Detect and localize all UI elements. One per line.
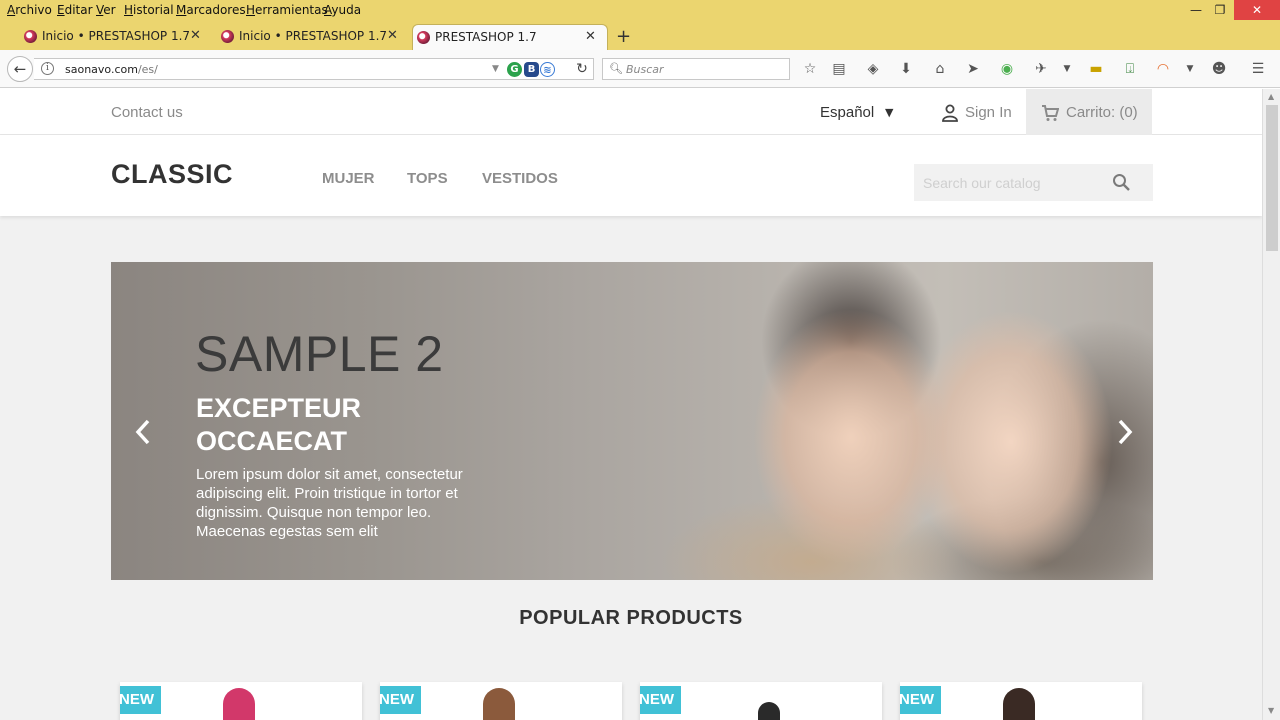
url-dropdown-icon[interactable]: ▼ [492, 64, 499, 74]
pocket-icon[interactable]: ◈ [862, 59, 884, 79]
extension-green-icon[interactable]: G [507, 62, 522, 77]
tab-title: Inicio • PRESTASHOP 1.7 [42, 29, 191, 43]
tab-bar: Inicio • PRESTASHOP 1.7 ✕ Inicio • PREST… [0, 20, 1280, 50]
magnifier-icon: 🔍︎ [609, 62, 623, 75]
sign-in-link[interactable]: Sign In [965, 104, 1012, 121]
extension-puzzle-icon[interactable]: ✈ [1030, 59, 1052, 79]
extension-wave-icon[interactable]: ≋ [540, 62, 555, 77]
menu-bar: Archivo Editar Ver Historial Marcadores … [0, 0, 1280, 20]
scrollbar-thumb[interactable] [1266, 105, 1278, 251]
slide-subtitle: EXCEPTEUR OCCAECAT [196, 393, 362, 456]
extension-dropdown-icon[interactable]: ▼ [1056, 59, 1078, 79]
tab-close-icon[interactable]: ✕ [190, 24, 201, 48]
contact-us-link[interactable]: Contact us [111, 104, 183, 121]
shop-topbar: Contact us Español ▼ Sign In Carrito: (0… [0, 89, 1262, 135]
menu-ayuda[interactable]: Ayuda [324, 3, 361, 17]
restore-button[interactable]: ❐ [1210, 0, 1230, 20]
caret-down-icon[interactable]: ▼ [885, 106, 893, 119]
close-window-button[interactable]: ✕ [1234, 0, 1280, 20]
extension-b-icon[interactable]: B [524, 62, 539, 77]
extension-card-icon[interactable]: ▬ [1085, 59, 1107, 79]
browser-search-input[interactable]: 🔍︎ Buscar [602, 58, 790, 80]
extension-download-icon[interactable]: ⍗ [1119, 59, 1141, 79]
product-thumbnail [483, 688, 515, 720]
tab-title: Inicio • PRESTASHOP 1.7 [239, 29, 388, 43]
catalog-search-input[interactable] [914, 164, 1109, 201]
product-card[interactable]: NEW [380, 682, 622, 720]
minimize-button[interactable]: — [1186, 0, 1206, 20]
scroll-up-icon[interactable]: ▲ [1268, 92, 1274, 101]
bookmark-star-icon[interactable]: ☆ [799, 59, 821, 79]
chevron-right-icon[interactable] [1113, 417, 1137, 447]
hero-slider[interactable]: SAMPLE 2 EXCEPTEUR OCCAECAT Lorem ipsum … [111, 262, 1153, 580]
product-thumbnail [758, 702, 780, 720]
product-card[interactable]: NEW [900, 682, 1142, 720]
prestashop-favicon-icon [24, 30, 37, 43]
menu-herramientas[interactable]: Herramientas [246, 3, 328, 17]
cart-label: Carrito: (0) [1066, 104, 1138, 121]
popular-products-title: POPULAR PRODUCTS [519, 607, 743, 629]
search-icon[interactable] [1112, 173, 1131, 192]
reading-list-icon[interactable]: ▤ [828, 59, 850, 79]
screenshot-icon[interactable]: ◉ [996, 59, 1018, 79]
catalog-search-box [914, 164, 1153, 201]
prestashop-favicon-icon [221, 30, 234, 43]
shop-header: CLASSIC MUJER TOPS VESTIDOS [0, 135, 1262, 216]
menu-archivo[interactable]: Archivo [7, 3, 52, 17]
tab-close-icon[interactable]: ✕ [387, 24, 398, 48]
tab-title: PRESTASHOP 1.7 [435, 30, 537, 44]
slide-description: Lorem ipsum dolor sit amet, consectetur … [196, 466, 463, 540]
url-bar[interactable]: i saonavo.com/es/ ▼ G B ≋ [34, 58, 594, 80]
tab-prestashop-active[interactable]: PRESTASHOP 1.7 ✕ [412, 24, 608, 50]
nav-vestidos[interactable]: VESTIDOS [482, 170, 558, 187]
smiley-icon[interactable]: ☻ [1208, 59, 1230, 79]
url-text: saonavo.com/es/ [65, 63, 158, 76]
chevron-left-icon[interactable] [131, 417, 155, 447]
new-badge: NEW [120, 686, 161, 714]
menu-historial[interactable]: Historial [124, 3, 174, 17]
scroll-down-icon[interactable]: ▼ [1268, 706, 1274, 715]
rainbow-dropdown-icon[interactable]: ▼ [1179, 59, 1201, 79]
nav-tops[interactable]: TOPS [407, 170, 448, 187]
new-badge: NEW [380, 686, 421, 714]
user-icon[interactable] [941, 104, 959, 122]
slide-title: SAMPLE 2 [195, 326, 444, 382]
cart-button[interactable]: Carrito: (0) [1026, 89, 1152, 135]
tab-inicio-1[interactable]: Inicio • PRESTASHOP 1.7 ✕ [20, 24, 210, 50]
send-icon[interactable]: ➤ [962, 59, 984, 79]
back-arrow-icon[interactable]: ← [7, 56, 33, 82]
menu-marcadores[interactable]: Marcadores [176, 3, 246, 17]
shopping-cart-icon [1042, 105, 1059, 121]
download-icon[interactable]: ⬇ [895, 59, 917, 79]
shop-logo[interactable]: CLASSIC [111, 159, 233, 190]
home-icon[interactable]: ⌂ [929, 59, 951, 79]
product-card[interactable]: NEW [120, 682, 362, 720]
prestashop-favicon-icon [417, 31, 430, 44]
product-thumbnail [223, 688, 255, 720]
new-badge: NEW [900, 686, 941, 714]
product-card[interactable]: NEW [640, 682, 882, 720]
language-selector[interactable]: Español [820, 104, 874, 121]
menu-ver[interactable]: Ver [96, 3, 116, 17]
menu-editar[interactable]: Editar [57, 3, 93, 17]
reload-icon[interactable]: ↻ [570, 58, 594, 80]
page-viewport: Contact us Español ▼ Sign In Carrito: (0… [0, 89, 1262, 720]
info-icon[interactable]: i [41, 62, 54, 75]
nav-mujer[interactable]: MUJER [322, 170, 375, 187]
search-placeholder: Buscar [626, 63, 664, 76]
tab-close-icon[interactable]: ✕ [585, 25, 596, 49]
hamburger-menu-icon[interactable]: ☰ [1247, 59, 1269, 79]
tab-inicio-2[interactable]: Inicio • PRESTASHOP 1.7 ✕ [217, 24, 407, 50]
new-badge: NEW [640, 686, 681, 714]
product-thumbnail [1003, 688, 1035, 720]
rainbow-icon[interactable]: ◠ [1152, 59, 1174, 79]
new-tab-plus-icon[interactable]: + [616, 26, 631, 47]
page-scrollbar[interactable]: ▲ ▼ [1262, 89, 1280, 720]
